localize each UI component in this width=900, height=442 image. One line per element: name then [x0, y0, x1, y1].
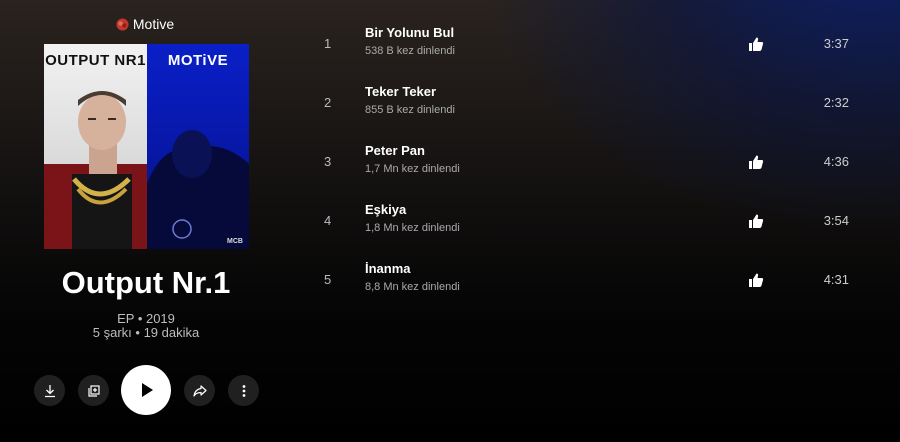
- track-duration: 2:32: [823, 95, 849, 110]
- track-duration: 4:31: [823, 272, 849, 287]
- artist-avatar-icon: [116, 17, 129, 31]
- track-list: 1 Bir Yolunu Bul 538 B kez dinlendi 3:37…: [310, 8, 870, 303]
- thumb-up-icon[interactable]: [748, 36, 764, 52]
- track-play-count: 1,7 Mn kez dinlendi: [365, 163, 460, 175]
- track-play-count: 8,8 Mn kez dinlendi: [365, 281, 460, 293]
- thumb-up-icon[interactable]: [748, 213, 764, 229]
- share-button[interactable]: [184, 375, 215, 406]
- share-icon: [192, 384, 207, 397]
- album-type-year: EP • 2019: [117, 311, 175, 326]
- library-add-icon: [87, 384, 100, 397]
- track-row[interactable]: 2 Teker Teker 855 B kez dinlendi 2:32: [310, 67, 870, 126]
- track-duration: 3:37: [823, 36, 849, 51]
- album-cover-left-panel: OUTPUT NR1: [44, 44, 147, 249]
- album-cover-logo: MCB: [227, 238, 243, 245]
- album-title: Output Nr.1: [61, 265, 231, 300]
- track-title[interactable]: Eşkiya: [365, 202, 406, 217]
- more-vert-icon: [242, 384, 245, 397]
- album-cover-shadow-figure: [147, 130, 249, 249]
- track-number: 2: [324, 95, 332, 110]
- track-row[interactable]: 1 Bir Yolunu Bul 538 B kez dinlendi 3:37: [310, 8, 870, 67]
- track-row[interactable]: 4 Eşkiya 1,8 Mn kez dinlendi 3:54: [310, 185, 870, 244]
- track-title[interactable]: Bir Yolunu Bul: [365, 25, 454, 40]
- artist-link[interactable]: Motive: [0, 16, 290, 32]
- save-to-library-button[interactable]: [78, 375, 109, 406]
- track-row[interactable]: 3 Peter Pan 1,7 Mn kez dinlendi 4:36: [310, 126, 870, 185]
- album-cover: OUTPUT NR1 MOTiVE MCB: [44, 44, 249, 249]
- more-options-button[interactable]: [228, 375, 259, 406]
- track-title[interactable]: Teker Teker: [365, 84, 436, 99]
- artist-name: Motive: [132, 16, 175, 32]
- album-summary: 5 şarkı • 19 dakika: [92, 325, 200, 340]
- download-icon: [44, 384, 55, 397]
- track-duration: 3:54: [823, 213, 849, 228]
- track-number: 3: [324, 154, 332, 169]
- track-number: 4: [324, 213, 332, 228]
- play-button[interactable]: [121, 365, 171, 415]
- track-number: 5: [324, 272, 332, 287]
- thumb-up-icon[interactable]: [748, 272, 764, 288]
- track-row[interactable]: 5 İnanma 8,8 Mn kez dinlendi 4:31: [310, 244, 870, 303]
- album-cover-right-panel: MOTiVE MCB: [147, 44, 249, 249]
- track-title[interactable]: İnanma: [365, 261, 411, 276]
- album-cover-portrait: [44, 91, 147, 249]
- track-play-count: 1,8 Mn kez dinlendi: [365, 222, 460, 234]
- track-duration: 4:36: [823, 154, 849, 169]
- play-icon: [142, 383, 153, 397]
- track-play-count: 538 B kez dinlendi: [365, 45, 455, 57]
- thumb-up-icon[interactable]: [748, 154, 764, 170]
- track-title[interactable]: Peter Pan: [365, 143, 425, 158]
- track-number: 1: [324, 36, 332, 51]
- download-button[interactable]: [34, 375, 65, 406]
- track-play-count: 855 B kez dinlendi: [365, 104, 455, 116]
- album-header-panel: Motive OUTPUT NR1 MOTiVE MCB Output Nr.1…: [0, 0, 300, 442]
